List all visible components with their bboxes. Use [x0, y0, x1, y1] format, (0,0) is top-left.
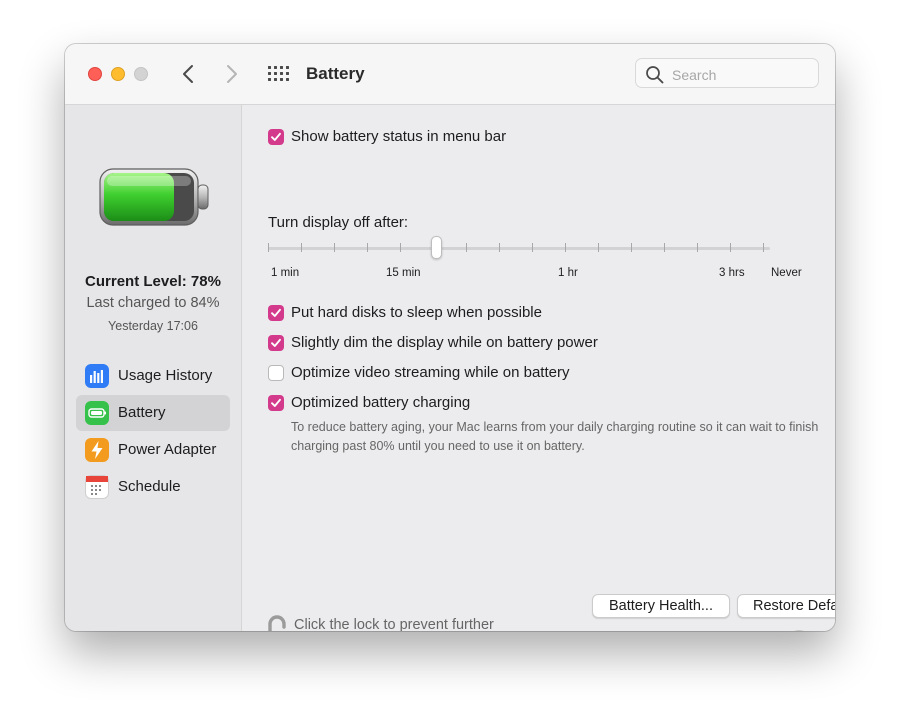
- slider-tick: [664, 243, 665, 252]
- slider-tick: [367, 243, 368, 252]
- checkbox-unchecked[interactable]: [268, 365, 284, 381]
- slider-tick: [301, 243, 302, 252]
- checkbox-label: Optimized battery charging: [291, 394, 471, 411]
- checkbox-label: Show battery status in menu bar: [291, 128, 507, 145]
- sidebar-item-label: Schedule: [118, 478, 181, 495]
- slider-tick: [763, 243, 764, 252]
- last-charged-time: Yesterday 17:06: [108, 319, 198, 333]
- slider-tick: [334, 243, 335, 252]
- forward-button[interactable]: [220, 62, 242, 86]
- sidebar-item-label: Usage History: [118, 367, 213, 384]
- checkbox-checked[interactable]: [268, 395, 284, 411]
- restore-defaults-button[interactable]: Restore Defaults: [737, 594, 835, 618]
- slider-tick: [598, 243, 599, 252]
- slider-tick: [400, 243, 401, 252]
- sidebar-item-battery[interactable]: Battery: [76, 395, 230, 431]
- slider-label-1-hr: 1 hr: [558, 267, 578, 279]
- slider-tick: [532, 243, 533, 252]
- checkbox-checked[interactable]: [268, 129, 284, 145]
- sidebar: Current Level: 78% Last charged to 84% Y…: [65, 105, 242, 631]
- slider-tick: [565, 243, 566, 252]
- slider-label-never: Never: [771, 267, 802, 279]
- checkbox-label: Optimize video streaming while on batter…: [291, 364, 570, 381]
- slider-tick: [631, 243, 632, 252]
- display-off-label: Turn display off after:: [268, 214, 409, 231]
- chevron-left-icon: [183, 65, 193, 83]
- window-title: Battery: [306, 64, 365, 83]
- checkbox-label: Put hard disks to sleep when possible: [291, 304, 542, 321]
- checkbox-label: Slightly dim the display while on batter…: [291, 334, 598, 351]
- titlebar: Battery: [65, 44, 835, 105]
- battery-settings-panel: Show battery status in menu bar Turn dis…: [242, 105, 835, 631]
- grid-icon: [268, 66, 289, 81]
- close-window-button[interactable]: [88, 67, 102, 81]
- slider-label-15-min: 15 min: [386, 267, 421, 279]
- sidebar-item-power-adapter[interactable]: Power Adapter: [76, 432, 230, 468]
- search-icon: [646, 66, 664, 84]
- current-level-text: Current Level: 78%: [85, 273, 221, 290]
- sidebar-item-usage-history[interactable]: Usage History: [76, 358, 230, 394]
- back-button[interactable]: [178, 62, 200, 86]
- slider-tick: [499, 243, 500, 252]
- help-button[interactable]: ?: [787, 630, 811, 631]
- minimize-window-button[interactable]: [111, 67, 125, 81]
- show-all-button[interactable]: [267, 65, 289, 83]
- battery-level-icon: [99, 168, 209, 226]
- slider-tick: [730, 243, 731, 252]
- search-field[interactable]: [635, 58, 819, 88]
- battery-icon: [85, 401, 109, 425]
- bar-chart-icon: [85, 364, 109, 388]
- slider-tick: [466, 243, 467, 252]
- preferences-window: Battery Search Current Level: 78% Last c…: [65, 44, 835, 631]
- checkmark-icon: [271, 132, 281, 141]
- slider-label-3-hrs: 3 hrs: [719, 267, 745, 279]
- slider-tick: [268, 243, 269, 252]
- slider-tick: [697, 243, 698, 252]
- display-off-slider[interactable]: [268, 247, 770, 250]
- lock-icon[interactable]: [250, 613, 288, 631]
- lock-message: Click the lock to prevent further change…: [294, 617, 494, 631]
- zoom-window-button[interactable]: [134, 67, 148, 81]
- sidebar-item-label: Power Adapter: [118, 441, 217, 458]
- optimized-charging-description: To reduce battery aging, your Mac learns…: [291, 420, 819, 453]
- last-charged-text: Last charged to 84%: [86, 295, 220, 311]
- checkmark-icon: [271, 338, 281, 347]
- sidebar-item-label: Battery: [118, 404, 166, 421]
- calendar-icon: [85, 475, 109, 499]
- checkmark-icon: [271, 308, 281, 317]
- slider-knob[interactable]: [431, 236, 442, 259]
- slider-label-1-min: 1 min: [271, 267, 300, 279]
- checkmark-icon: [271, 398, 281, 407]
- checkbox-checked[interactable]: [268, 305, 284, 321]
- battery-health-button[interactable]: Battery Health...: [592, 594, 730, 618]
- lightning-icon: [85, 438, 109, 462]
- sidebar-item-schedule[interactable]: Schedule: [76, 469, 230, 505]
- checkbox-checked[interactable]: [268, 335, 284, 351]
- search-input[interactable]: [670, 64, 814, 86]
- chevron-right-icon: [227, 65, 237, 83]
